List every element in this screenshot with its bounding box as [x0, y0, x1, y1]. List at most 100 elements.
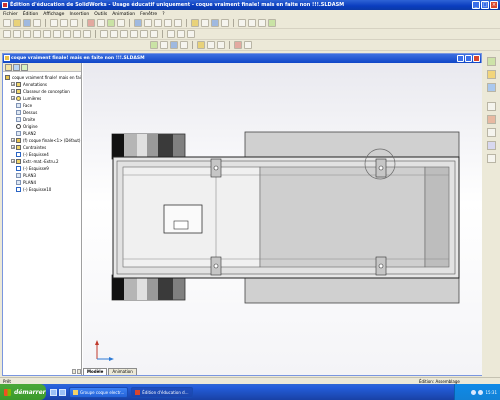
front-view-icon[interactable] [248, 19, 256, 27]
save-icon[interactable] [23, 19, 31, 27]
offset-icon[interactable] [120, 30, 128, 38]
view-palette-icon[interactable] [487, 102, 496, 111]
close-button[interactable]: × [490, 1, 498, 9]
minimize-button[interactable]: _ [472, 1, 480, 9]
fillet-icon[interactable] [177, 30, 185, 38]
scroll-left-icon[interactable] [72, 369, 76, 374]
section-view-icon[interactable] [221, 19, 229, 27]
network-icon[interactable] [471, 389, 477, 395]
expand-icon[interactable]: + [11, 145, 15, 149]
expand-icon[interactable]: + [11, 159, 15, 163]
custom-properties-icon[interactable] [487, 128, 496, 137]
tree-item-plan3[interactable]: PLAN3 [16, 172, 36, 178]
scroll-right-icon[interactable] [77, 369, 81, 374]
show-desktop-icon[interactable] [50, 388, 57, 396]
restore-button[interactable]: □ [481, 1, 489, 9]
hide-show-icon[interactable] [234, 41, 242, 49]
appearance-icon[interactable] [487, 115, 496, 124]
featuremanager-tab-icon[interactable] [5, 64, 12, 71]
view-orientation-icon[interactable] [238, 19, 246, 27]
rebuild-icon[interactable] [107, 19, 115, 27]
shaded-icon[interactable] [211, 19, 219, 27]
chamfer-icon[interactable] [187, 30, 195, 38]
taskbar-item-explorer[interactable]: Groupe coque electr... [69, 386, 129, 398]
exploded-view-icon[interactable] [207, 41, 215, 49]
circle-icon[interactable] [43, 30, 51, 38]
change-transparency-icon[interactable] [244, 41, 252, 49]
mirror-icon[interactable] [130, 30, 138, 38]
tree-item-lights[interactable]: + Lumières [11, 95, 41, 101]
tree-item-coque-finale[interactable]: + (f) coque finale<1> (Défaut) [11, 137, 80, 143]
rectangle-icon[interactable] [33, 30, 41, 38]
zoom-in-icon[interactable] [154, 19, 162, 27]
smart-dimension-icon[interactable] [13, 30, 21, 38]
centerline-icon[interactable] [83, 30, 91, 38]
file-explorer-icon[interactable] [487, 83, 496, 92]
insert-component-icon[interactable] [150, 41, 158, 49]
cad-model[interactable] [83, 63, 482, 375]
menu-edition[interactable]: Édition [23, 12, 39, 17]
tree-item-annotations[interactable]: + Annotations [11, 81, 47, 87]
copy-icon[interactable] [60, 19, 68, 27]
design-library-icon[interactable] [487, 70, 496, 79]
menu-animation[interactable]: Animation [112, 12, 135, 17]
rotate-icon[interactable] [164, 19, 172, 27]
new-icon[interactable] [3, 19, 11, 27]
wireframe-icon[interactable] [191, 19, 199, 27]
propertymanager-tab-icon[interactable] [13, 64, 20, 71]
resources-icon[interactable] [487, 57, 496, 66]
configurationmanager-tab-icon[interactable] [21, 64, 28, 71]
expand-icon[interactable]: + [11, 138, 15, 142]
tree-item-plan4[interactable]: PLAN4 [16, 179, 36, 185]
paste-icon[interactable] [70, 19, 78, 27]
interference-icon[interactable] [217, 41, 225, 49]
doc-minimize-button[interactable] [457, 55, 464, 62]
spline-icon[interactable] [63, 30, 71, 38]
tree-item-contraintes[interactable]: + Contraintes [11, 144, 46, 150]
print-icon[interactable] [33, 19, 41, 27]
tree-item-origine[interactable]: Origine [16, 123, 38, 129]
tab-modele[interactable]: Modèle [83, 368, 108, 375]
start-button[interactable]: démarrer [0, 384, 46, 400]
zoom-area-icon[interactable] [144, 19, 152, 27]
tree-item-esquisse9[interactable]: (-) Esquisse9 [16, 165, 49, 171]
tree-item-esquisse4[interactable]: (-) Esquisse4 [16, 151, 49, 157]
menu-insertion[interactable]: Insertion [69, 12, 89, 17]
open-icon[interactable] [13, 19, 21, 27]
search-icon[interactable] [487, 154, 496, 163]
move-icon[interactable] [150, 30, 158, 38]
extend-icon[interactable] [110, 30, 118, 38]
tree-item-design-binder[interactable]: + Classeur de conception [11, 88, 70, 94]
trim-icon[interactable] [100, 30, 108, 38]
smart-fasteners-icon[interactable] [197, 41, 205, 49]
menu-fenetre[interactable]: Fenêtre [140, 12, 157, 17]
arc-icon[interactable] [53, 30, 61, 38]
expand-icon[interactable]: + [11, 96, 15, 100]
options-icon[interactable] [117, 19, 125, 27]
pan-icon[interactable] [174, 19, 182, 27]
tree-item-extrusion[interactable]: + Extr.-mat.-Extru.2 [11, 158, 59, 164]
hidden-lines-icon[interactable] [201, 19, 209, 27]
menu-help[interactable]: ? [162, 12, 164, 17]
tree-root[interactable]: coque vraiment finale! mais en fai [5, 74, 81, 80]
iso-view-icon[interactable] [268, 19, 276, 27]
tree-item-esquisse10[interactable]: (-) Esquisse10 [16, 186, 51, 192]
point-icon[interactable] [73, 30, 81, 38]
doc-maximize-button[interactable] [465, 55, 472, 62]
tree-item-face[interactable]: Face [16, 102, 32, 108]
undo-icon[interactable] [87, 19, 95, 27]
mate-icon[interactable] [160, 41, 168, 49]
cut-icon[interactable] [50, 19, 58, 27]
tree-item-droite[interactable]: Droite [16, 116, 35, 122]
tree-item-plan2[interactable]: PLAN2 [16, 130, 36, 136]
tab-animation[interactable]: Animation [108, 368, 137, 375]
expand-icon[interactable]: + [11, 82, 15, 86]
sketch-icon[interactable] [3, 30, 11, 38]
zoom-fit-icon[interactable] [134, 19, 142, 27]
pattern-icon[interactable] [140, 30, 148, 38]
menu-fichier[interactable]: Fichier [3, 12, 18, 17]
move-component-icon[interactable] [170, 41, 178, 49]
expand-icon[interactable]: + [11, 89, 15, 93]
doc-close-button[interactable] [473, 55, 480, 62]
tree-item-dessus[interactable]: Dessus [16, 109, 37, 115]
